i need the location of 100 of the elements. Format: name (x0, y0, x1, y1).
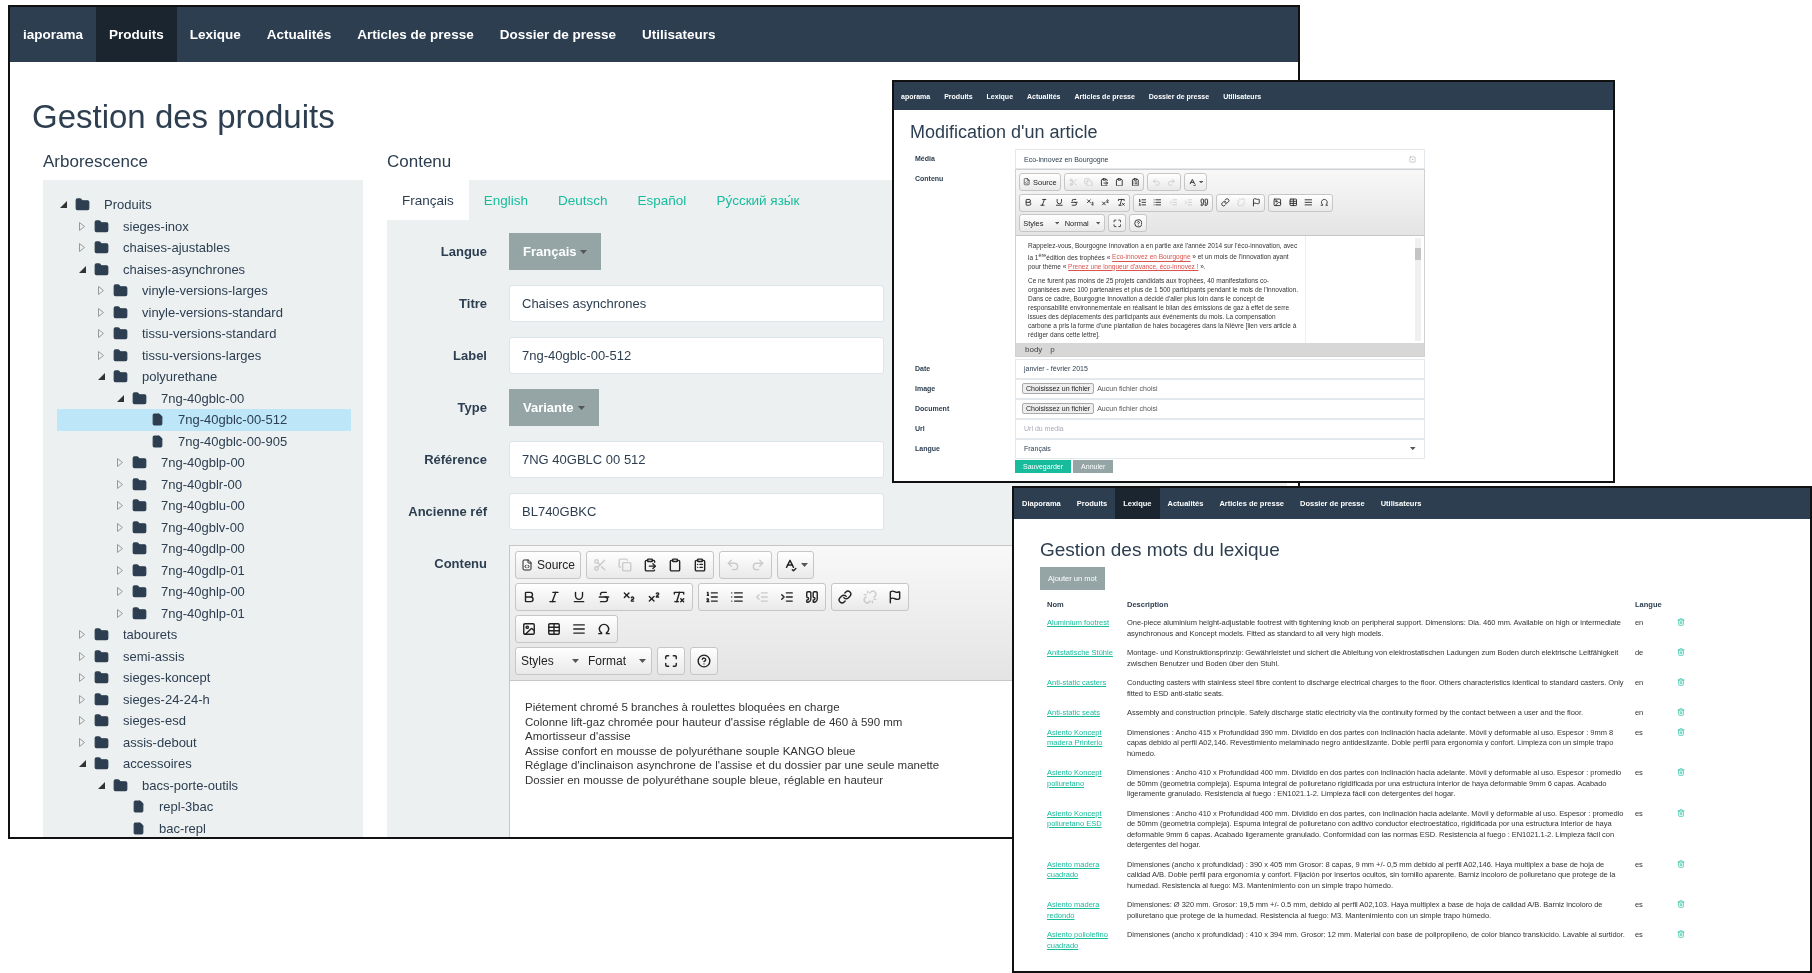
folder-icon (94, 261, 109, 277)
tree-label: 7ng-40gdlp-00 (160, 541, 245, 557)
clipboard-icon (1115, 177, 1124, 187)
expanded-caret-icon[interactable] (78, 760, 86, 768)
folder-icon (132, 498, 147, 514)
expanded-caret-icon[interactable] (59, 201, 67, 209)
strikethrough-icon (597, 590, 611, 604)
folder-icon (132, 541, 147, 557)
tree-item[interactable]: 7ng-40gdlp-01 (57, 559, 351, 581)
tree-item[interactable]: 7ng-40ghlp-00 (57, 581, 351, 603)
tree-item[interactable]: chaises-ajustables (57, 237, 351, 259)
input-field[interactable]: 7ng-40gblc-00-512 (509, 337, 884, 374)
superscript-icon (647, 590, 661, 604)
folder-icon (113, 347, 128, 363)
trash-icon (1677, 900, 1685, 908)
expanded-caret-icon[interactable] (78, 265, 86, 273)
nav-link[interactable]: Utilisateurs (628, 7, 729, 62)
tree-item[interactable]: 7ng-40ghlp-01 (57, 602, 351, 624)
tree-item[interactable]: chaises-asynchrones (57, 258, 351, 280)
tree-item[interactable]: assis-debout (57, 731, 351, 753)
clear-format-icon (1116, 198, 1126, 208)
expanded-caret-icon[interactable] (97, 781, 105, 789)
tree-item[interactable]: 7ng-40gblc-00-905 (57, 430, 351, 452)
input-field[interactable]: Chaises asynchrones (509, 285, 884, 322)
tree-item[interactable]: sieges-inox (57, 215, 351, 237)
folder-icon (113, 304, 128, 320)
field-label: Label (452, 347, 487, 365)
tree-item[interactable]: sieges-koncept (57, 667, 351, 689)
caret-icon (639, 659, 646, 663)
tree-item[interactable]: 7ng-40gblr-00 (57, 473, 351, 495)
caret-icon (1410, 446, 1416, 451)
tree-item[interactable]: 7ng-40gblc-00 (57, 387, 351, 409)
underline-icon (572, 590, 586, 604)
folder-icon (94, 713, 109, 729)
tree-item[interactable]: tissu-versions-larges (57, 344, 351, 366)
source-button[interactable]: Source (518, 554, 579, 576)
tree-label: 7ng-40gblc-00-512 (177, 412, 288, 428)
tree-item[interactable]: 7ng-40gblp-00 (57, 452, 351, 474)
tree-label: sieges-24-24-h (122, 691, 210, 707)
nav-link[interactable]: iaporama (10, 7, 97, 62)
tree-item[interactable]: tissu-versions-standard (57, 323, 351, 345)
expanded-caret-icon[interactable] (116, 394, 124, 402)
tree-item[interactable]: vinyle-versions-larges (57, 280, 351, 302)
trash-icon (1677, 930, 1685, 938)
folder-icon (94, 734, 109, 750)
tree-item[interactable]: sieges-24-24-h (57, 688, 351, 710)
page-title: Gestion des produits (32, 98, 335, 136)
tree-item[interactable]: bac-repl (57, 817, 351, 837)
clipboard-icon (643, 558, 658, 572)
tree-item[interactable]: bacs-porte-outils (57, 774, 351, 796)
style-dropdown[interactable]: Styles (518, 650, 582, 672)
tree-item[interactable]: 7ng-40gblv-00 (57, 516, 351, 538)
flag-icon (888, 590, 902, 604)
folder-icon (94, 691, 109, 707)
undo-icon (1151, 177, 1161, 187)
tree-label: tissu-versions-standard (141, 326, 277, 342)
tree-item[interactable]: vinyle-versions-standard (57, 301, 351, 323)
tree-item[interactable]: 7ng-40gdlp-00 (57, 538, 351, 560)
scrollbar[interactable] (1415, 238, 1421, 341)
folder-icon (132, 605, 147, 621)
link-button[interactable] (1218, 195, 1233, 210)
quote-icon (805, 590, 819, 604)
expanded-caret-icon[interactable] (97, 373, 105, 381)
help-icon (1133, 218, 1143, 228)
nav-link[interactable]: Lexique (176, 7, 254, 62)
tree-label: Produits (103, 197, 152, 213)
element-path-item[interactable]: p (1049, 344, 1056, 354)
folder-icon (132, 562, 147, 578)
tree-item[interactable]: 7ng-40gblu-00 (57, 495, 351, 517)
tree-label: bac-repl (158, 820, 206, 836)
tree-item[interactable]: polyurethane (57, 366, 351, 388)
link-icon (1221, 198, 1230, 208)
tree-label: sieges-esd (122, 713, 186, 729)
nav-link[interactable]: Articles de presse (344, 7, 487, 62)
tree-item[interactable]: repl-3bac (57, 796, 351, 818)
folder-icon (94, 756, 109, 772)
field-label: Référence (423, 451, 487, 469)
editor-text-line: Amortisseur d'assise (525, 730, 631, 742)
tree-item[interactable]: 7ng-40gblc-00-512 (57, 409, 351, 431)
input-field[interactable]: BL740GBKC (509, 493, 884, 530)
nav-link[interactable]: Produits (96, 7, 177, 62)
nav-link[interactable]: Actualités (253, 7, 345, 62)
tree-item[interactable]: tabourets (57, 624, 351, 646)
folder-icon (113, 283, 128, 299)
clipboard-icon (1099, 177, 1109, 187)
trash-icon (1677, 618, 1685, 626)
tree-label: 7ng-40ghlp-00 (160, 584, 245, 600)
style-dropdown[interactable]: Format (585, 650, 649, 672)
tree-item[interactable]: sieges-esd (57, 710, 351, 732)
tree-item[interactable]: accessoires (57, 753, 351, 775)
language-tab[interactable]: Français (387, 180, 469, 220)
input-field[interactable]: 7NG 40GBLC 00 512 (509, 441, 884, 478)
folder-icon (113, 777, 128, 793)
element-path-item[interactable]: body (1024, 344, 1044, 354)
nav-link[interactable]: Dossier de presse (486, 7, 629, 62)
tree-item[interactable]: semi-assis (57, 645, 351, 667)
subscript-icon (622, 590, 636, 604)
tree-item[interactable]: Produits (57, 194, 351, 216)
folder-icon (132, 584, 147, 600)
file-icon (151, 413, 164, 427)
